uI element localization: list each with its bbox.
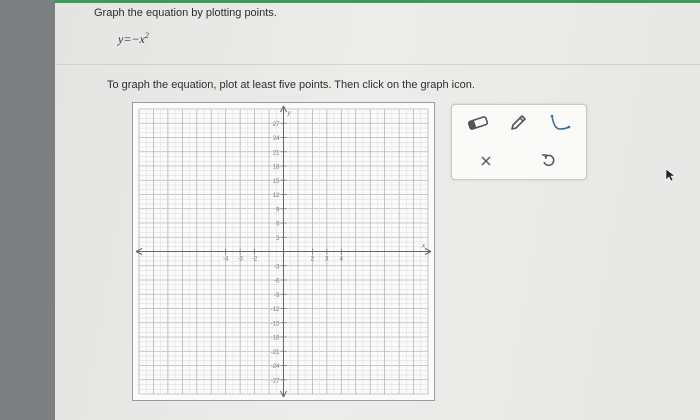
- x-tick-label: -3: [237, 257, 243, 263]
- clear-button[interactable]: [472, 149, 500, 173]
- y-tick-label: -6: [274, 279, 280, 285]
- y-tick-label: -12: [271, 307, 280, 313]
- eraser-icon: [467, 116, 489, 130]
- x-tick-label: 2: [311, 257, 315, 263]
- y-tick-label: -21: [271, 350, 280, 356]
- y-tick-label: 21: [273, 150, 280, 156]
- graph-curve-tool-button[interactable]: [546, 111, 574, 135]
- y-tick-label: 15: [273, 179, 280, 185]
- divider: [56, 64, 700, 65]
- y-tick-label: -24: [271, 364, 280, 370]
- equation-lhs: y=−x: [118, 32, 145, 46]
- parabola-graph-icon: [550, 114, 571, 130]
- question-instruction: Graph the equation by plotting points.: [94, 7, 277, 19]
- coordinate-grid[interactable]: xy272421181512963-3-6-9-12-15-18-21-24-2…: [133, 103, 434, 400]
- x-tick-label: -4: [223, 257, 229, 263]
- y-tick-label: 12: [273, 193, 280, 199]
- undo-icon: [542, 154, 555, 167]
- y-tick-label: 3: [276, 236, 280, 242]
- undo-button[interactable]: [534, 148, 562, 172]
- y-tick-label: 24: [273, 136, 280, 142]
- graph-tool-panel: [451, 104, 587, 180]
- y-tick-label: 18: [273, 165, 280, 171]
- y-tick-label: -3: [274, 264, 280, 270]
- x-tick-label: 3: [325, 257, 329, 263]
- graph-prompt: To graph the equation, plot at least fiv…: [107, 79, 475, 91]
- y-tick-label: -27: [271, 378, 280, 384]
- y-tick-label: 27: [273, 122, 280, 128]
- y-tick-label: 6: [276, 222, 280, 228]
- pencil-tool-button[interactable]: [504, 111, 532, 135]
- y-tick-label: -18: [271, 336, 280, 342]
- equation-exponent: 2: [144, 31, 149, 40]
- x-tick-label: -2: [252, 257, 258, 263]
- graph-area[interactable]: x y 27 24 21 18 15 12 9 6 3 -3 -6 -9 -12 -15 -18 -21 -24 -2…: [132, 102, 435, 401]
- equation: y=−x2: [118, 31, 149, 47]
- y-tick-label: 9: [276, 207, 280, 213]
- pencil-icon: [511, 115, 526, 130]
- close-x-icon: [481, 156, 491, 166]
- x-tick-label: 4: [340, 257, 344, 263]
- y-tick-label: -15: [271, 321, 280, 327]
- y-tick-label: -9: [274, 293, 280, 299]
- eraser-tool-button[interactable]: [464, 111, 492, 135]
- mouse-cursor-icon: [665, 168, 676, 182]
